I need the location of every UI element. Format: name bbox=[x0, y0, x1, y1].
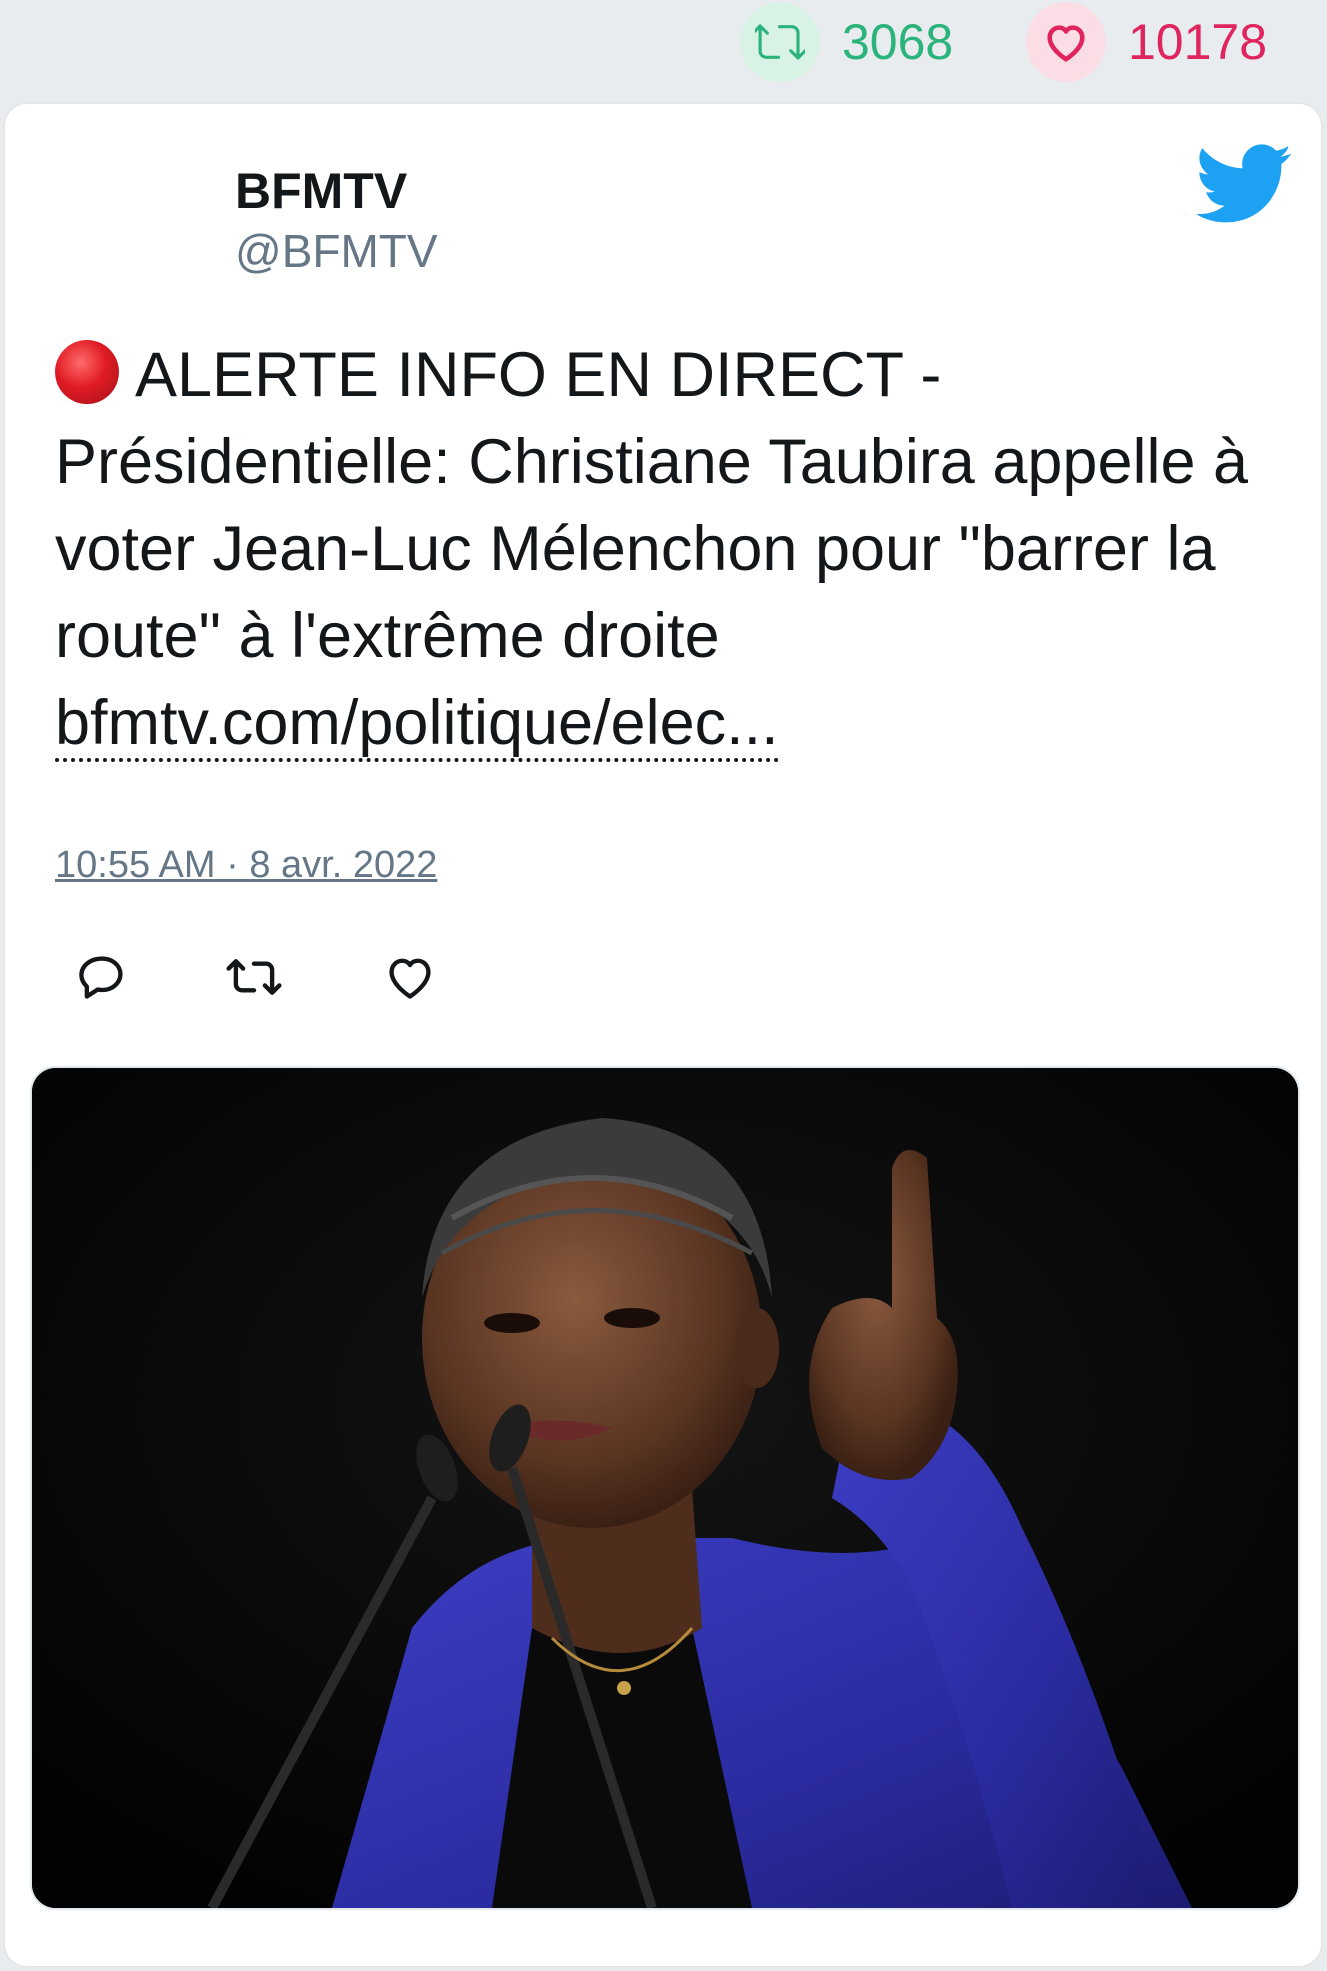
retweet-icon bbox=[740, 2, 820, 82]
red-circle-icon bbox=[55, 340, 119, 404]
twitter-bird-icon[interactable] bbox=[1195, 144, 1293, 228]
retweet-action-icon[interactable] bbox=[217, 940, 291, 1014]
retweet-stat[interactable]: 3068 bbox=[740, 2, 953, 82]
like-stat[interactable]: 10178 bbox=[1026, 2, 1267, 82]
tweet-card: BFMTV @BFMTV ALERTE INFO EN DIRECT - Pré… bbox=[5, 104, 1321, 1966]
engagement-stats: 3068 10178 bbox=[0, 0, 1327, 100]
tweet-text: ALERTE INFO EN DIRECT - Présidentielle: … bbox=[55, 332, 1295, 767]
like-count: 10178 bbox=[1128, 14, 1268, 70]
reply-icon[interactable] bbox=[65, 940, 139, 1014]
retweet-count: 3068 bbox=[842, 14, 954, 70]
author-handle[interactable]: @BFMTV bbox=[235, 224, 438, 278]
tweet-photo[interactable] bbox=[30, 1066, 1300, 1910]
tweet-body: ALERTE INFO EN DIRECT - Présidentielle: … bbox=[55, 340, 1249, 671]
heart-icon bbox=[1026, 2, 1106, 82]
like-icon[interactable] bbox=[373, 940, 447, 1014]
tweet-timestamp[interactable]: 10:55 AM · 8 avr. 2022 bbox=[55, 844, 437, 887]
tweet-link[interactable]: bfmtv.com/politique/elec... bbox=[55, 688, 779, 762]
author-name[interactable]: BFMTV bbox=[235, 162, 407, 220]
speaker-photo bbox=[32, 1068, 1298, 1908]
